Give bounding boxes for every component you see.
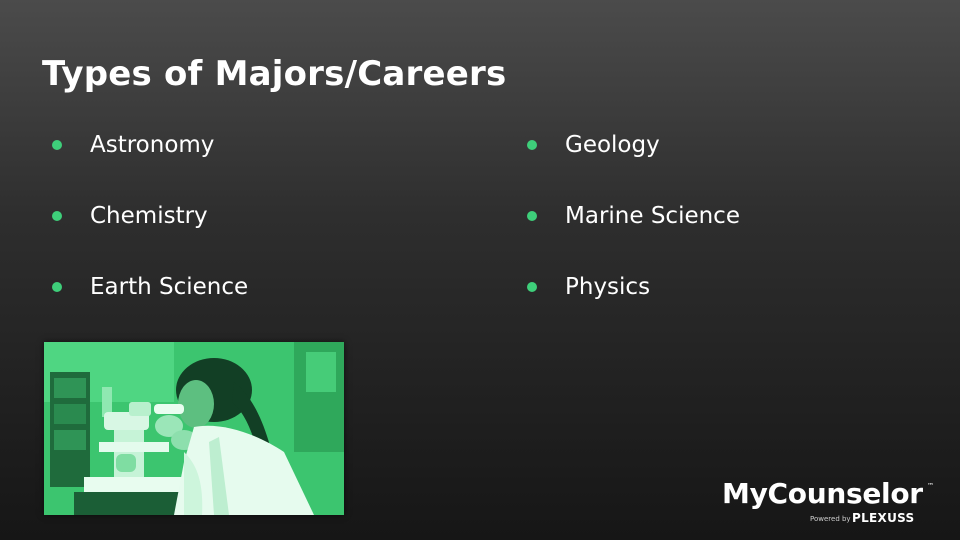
list-item-label: Chemistry (90, 203, 208, 229)
bullet-icon (52, 140, 62, 150)
list-item-label: Physics (565, 274, 651, 300)
logo-trademark: ™ (927, 482, 934, 490)
logo-brand: PLEXUSS (852, 511, 915, 525)
list-item-label: Earth Science (90, 274, 249, 300)
list-item: Chemistry (52, 198, 248, 269)
bullet-icon (527, 211, 537, 221)
logo-powered-by: Powered by (810, 515, 851, 523)
list-item: Earth Science (52, 269, 248, 340)
list-item: Astronomy (52, 127, 248, 198)
mycounselor-logo: MyCounselor ™ Powered by PLEXUSS (722, 478, 942, 530)
slide-title: Types of Majors/Careers (42, 54, 507, 94)
majors-list-left: Astronomy Chemistry Earth Science (52, 127, 248, 340)
bullet-icon (52, 282, 62, 292)
list-item: Geology (527, 127, 740, 198)
list-item: Physics (527, 269, 740, 340)
list-item-label: Marine Science (565, 203, 740, 229)
logo-name: MyCounselor (722, 477, 923, 510)
majors-list-right: Geology Marine Science Physics (527, 127, 740, 340)
scientist-microscope-photo (44, 342, 344, 515)
list-item-label: Astronomy (90, 132, 215, 158)
bullet-icon (527, 282, 537, 292)
list-item-label: Geology (565, 132, 660, 158)
bullet-icon (527, 140, 537, 150)
slide: Types of Majors/Careers Astronomy Chemis… (0, 0, 960, 540)
bullet-icon (52, 211, 62, 221)
list-item: Marine Science (527, 198, 740, 269)
